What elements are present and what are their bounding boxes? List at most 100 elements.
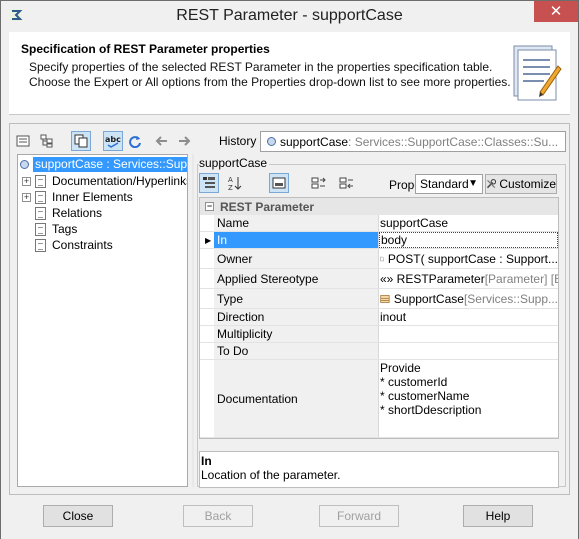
property-value[interactable]: supportCase xyxy=(379,215,558,231)
property-value[interactable]: POST( supportCase : Support... xyxy=(379,249,558,268)
property-name: Direction xyxy=(214,309,379,325)
properties-table: − REST Parameter Name supportCase ▶ In b… xyxy=(199,197,559,439)
property-name: Owner xyxy=(214,249,379,268)
property-value[interactable]: Provide * customerId * customerName * sh… xyxy=(379,360,558,437)
operation-icon xyxy=(380,256,384,261)
customize-button[interactable]: Customize xyxy=(485,174,557,194)
categorized-icon[interactable] xyxy=(199,173,219,193)
description-title: In xyxy=(201,454,212,468)
close-button[interactable]: Close xyxy=(43,505,113,527)
type-extra: [Services::Supp... xyxy=(463,291,558,306)
page-icon xyxy=(35,238,46,252)
table-row-in[interactable]: ▶ In body xyxy=(200,232,558,249)
property-value[interactable]: inout xyxy=(379,309,558,325)
stereotype-extra: [Parameter] [E2 xyxy=(484,271,558,286)
chevron-down-icon: ▼ xyxy=(468,178,478,189)
table-group-header[interactable]: − REST Parameter xyxy=(200,198,558,215)
sort-az-icon[interactable]: AZ xyxy=(225,173,245,193)
tree-item-label: Constraints xyxy=(52,237,113,252)
property-value[interactable]: «» RESTParameter [Parameter] [E2 xyxy=(379,269,558,288)
table-row-multiplicity[interactable]: Multiplicity xyxy=(200,326,558,343)
header-desc-line1: Specify properties of the selected REST … xyxy=(29,60,493,74)
parameter-icon xyxy=(267,137,276,146)
property-name: To Do xyxy=(214,343,379,359)
page-icon xyxy=(35,206,46,220)
tree-item-root[interactable]: supportCase : Services::SupportCase::Cla… xyxy=(20,156,187,172)
spec-group-label: supportCase xyxy=(199,156,270,170)
row-marker xyxy=(200,289,214,308)
property-name: Type xyxy=(214,289,379,308)
property-name: Documentation xyxy=(214,360,379,437)
svg-text:Z: Z xyxy=(228,184,233,191)
page-icon xyxy=(35,174,46,188)
expand-icon[interactable]: + xyxy=(22,176,31,186)
back-button[interactable]: Back xyxy=(183,505,253,527)
forward-button[interactable]: Forward xyxy=(319,505,399,527)
header-title: Specification of REST Parameter properti… xyxy=(21,42,270,56)
tree-item-label: supportCase : Services::SupportCase::Cla… xyxy=(33,156,187,172)
back-arrow-icon[interactable] xyxy=(151,131,171,151)
collapse-icon[interactable]: − xyxy=(205,202,214,211)
title-bar: REST Parameter - supportCase ✕ xyxy=(1,1,578,32)
splitter-handle[interactable] xyxy=(189,154,197,487)
svg-text:abc: abc xyxy=(105,135,121,144)
property-value[interactable]: SupportCase [Services::Supp... xyxy=(379,289,558,308)
expand-all-icon[interactable] xyxy=(309,173,329,193)
property-name: Name xyxy=(214,215,379,231)
help-button[interactable]: Help xyxy=(463,505,533,527)
table-row-owner[interactable]: Owner POST( supportCase : Support... xyxy=(200,249,558,269)
row-marker xyxy=(200,269,214,288)
properties-dropdown[interactable]: Standard ▼ xyxy=(415,174,483,194)
property-value[interactable] xyxy=(379,326,558,342)
tree-view-icon[interactable] xyxy=(13,131,33,151)
spell-check-icon[interactable]: abc xyxy=(103,131,123,151)
tree-item-inner-elements[interactable]: + Inner Elements xyxy=(22,189,135,205)
property-name: Multiplicity xyxy=(214,326,379,342)
page-icon xyxy=(35,190,46,204)
stereotype-value: «» RESTParameter xyxy=(380,271,485,286)
group-title: REST Parameter xyxy=(220,199,315,214)
row-marker: ▶ xyxy=(200,232,214,248)
property-value[interactable] xyxy=(379,343,558,359)
type-value: SupportCase xyxy=(393,291,464,306)
current-row-icon: ▶ xyxy=(205,236,212,245)
header-desc-line2: Choose the Expert or All options from th… xyxy=(29,75,511,89)
table-row-documentation[interactable]: Documentation Provide * customerId * cus… xyxy=(200,360,558,438)
history-path: : Services::SupportCase::Classes::Su... xyxy=(348,134,559,149)
close-window-button[interactable]: ✕ xyxy=(534,1,578,22)
tree-item-documentation[interactable]: + Documentation/Hyperlinks xyxy=(22,173,187,189)
refresh-icon[interactable] xyxy=(125,131,145,151)
row-marker xyxy=(200,360,214,437)
dialog-window: REST Parameter - supportCase ✕ Specifica… xyxy=(0,0,579,539)
table-row-name[interactable]: Name supportCase xyxy=(200,215,558,232)
property-name: Applied Stereotype xyxy=(214,269,379,288)
owner-value: POST( supportCase : Support... xyxy=(387,251,558,266)
table-row-direction[interactable]: Direction inout xyxy=(200,309,558,326)
tree-item-relations[interactable]: Relations xyxy=(22,205,104,221)
svg-text:A: A xyxy=(228,176,233,184)
description-toggle-icon[interactable] xyxy=(269,173,289,193)
specification-icon xyxy=(513,45,562,101)
page-icon xyxy=(35,222,46,236)
history-combo[interactable]: supportCase : Services::SupportCase::Cla… xyxy=(260,131,566,152)
history-value: supportCase xyxy=(280,134,349,149)
header-panel: Specification of REST Parameter properti… xyxy=(9,32,570,115)
tree-item-label: Tags xyxy=(52,221,78,236)
header-description: Specify properties of the selected REST … xyxy=(29,60,511,90)
table-row-type[interactable]: Type SupportCase [Services::Supp... xyxy=(200,289,558,309)
description-panel: In Location of the parameter. xyxy=(199,451,559,488)
forward-arrow-icon[interactable] xyxy=(175,131,195,151)
copy-view-icon[interactable] xyxy=(71,131,91,151)
expand-icon[interactable]: + xyxy=(22,192,31,202)
tree-item-tags[interactable]: Tags xyxy=(22,221,79,237)
tree-item-constraints[interactable]: Constraints xyxy=(22,237,115,253)
table-row-applied-stereotype[interactable]: Applied Stereotype «» RESTParameter [Par… xyxy=(200,269,558,289)
row-marker xyxy=(200,326,214,342)
row-marker xyxy=(200,215,214,231)
description-text: Location of the parameter. xyxy=(201,468,341,482)
hierarchy-icon[interactable] xyxy=(37,131,57,151)
row-marker xyxy=(200,343,214,359)
collapse-all-icon[interactable] xyxy=(337,173,357,193)
property-value[interactable]: body xyxy=(379,232,558,248)
table-row-todo[interactable]: To Do xyxy=(200,343,558,360)
